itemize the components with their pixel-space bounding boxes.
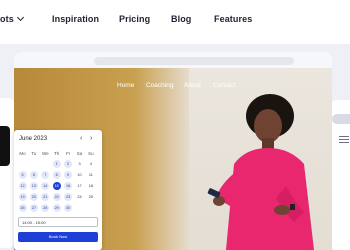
calendar-day[interactable]: 9 <box>64 171 73 179</box>
browser-mockup-bar <box>14 52 332 68</box>
phone-screen <box>0 126 10 166</box>
calendar-day[interactable]: 20 <box>29 193 38 201</box>
weekday-label: Fr <box>65 151 71 156</box>
site-top-nav: ots Inspiration Pricing Blog Features <box>0 0 350 40</box>
book-now-button[interactable]: Book Now <box>18 232 98 242</box>
calendar-day[interactable]: 29 <box>52 204 61 212</box>
phone-in-hand <box>207 188 221 198</box>
nav-item-label: ots <box>0 14 14 24</box>
calendar-day[interactable]: 6 <box>29 171 38 179</box>
time-slot-field[interactable]: 14:00 - 15:00 <box>18 217 98 227</box>
calendar-day[interactable]: 11 <box>87 171 95 179</box>
calendar-day[interactable]: 21 <box>41 193 50 201</box>
hero-nav-contact[interactable]: Contact <box>213 82 235 89</box>
weekday-label: Mo <box>19 151 26 156</box>
calendar-day[interactable]: 16 <box>64 182 73 190</box>
phone-mockup <box>0 98 14 248</box>
nav-item-features[interactable]: Features <box>214 14 252 24</box>
tablet-mockup <box>332 100 350 250</box>
coach-photo <box>207 94 314 250</box>
next-month-button[interactable]: › <box>90 135 92 142</box>
calendar-day[interactable]: 28 <box>41 204 50 212</box>
booking-calendar: June 2023 ‹ › Mo Tu We Th Fr Sa Su 1 2 3 4 5 6 7 8 9 10 1… <box>14 130 102 250</box>
hero-nav-about[interactable]: About <box>184 82 201 89</box>
calendar-day[interactable]: 22 <box>52 193 61 201</box>
nav-item-products[interactable]: ots <box>0 13 24 24</box>
calendar-day[interactable]: 1 <box>52 160 61 168</box>
calendar-day[interactable]: 10 <box>76 171 84 179</box>
address-bar <box>94 57 294 65</box>
weekday-label: We <box>41 151 49 156</box>
hero-nav-coaching[interactable]: Coaching <box>146 82 173 89</box>
calendar-day[interactable]: 17 <box>76 182 84 190</box>
calendar-day[interactable]: 30 <box>64 204 73 212</box>
calendar-day[interactable]: 19 <box>18 193 27 201</box>
weekday-label: Sa <box>76 151 83 156</box>
calendar-day[interactable]: 5 <box>18 171 27 179</box>
prev-month-button[interactable]: ‹ <box>80 135 82 142</box>
nav-item-blog[interactable]: Blog <box>171 14 191 24</box>
calendar-day[interactable]: 12 <box>18 182 27 190</box>
calendar-day[interactable]: 18 <box>87 182 95 190</box>
weekday-label: Th <box>54 151 60 156</box>
calendar-day[interactable]: 2 <box>64 160 73 168</box>
calendar-month: June 2023 <box>19 136 48 142</box>
weekday-label: Tu <box>31 151 37 156</box>
nav-item-pricing[interactable]: Pricing <box>119 14 150 24</box>
calendar-day[interactable]: 13 <box>29 182 38 190</box>
calendar-day[interactable]: 26 <box>18 204 27 212</box>
calendar-day[interactable]: 7 <box>41 171 50 179</box>
weekday-label: Su <box>88 151 94 156</box>
hero-nav-home[interactable]: Home <box>117 82 134 89</box>
calendar-day[interactable]: 24 <box>76 193 84 201</box>
calendar-day[interactable]: 27 <box>29 204 38 212</box>
calendar-day[interactable]: 25 <box>87 193 95 201</box>
calendar-day[interactable]: 15 <box>52 182 61 190</box>
nav-item-inspiration[interactable]: Inspiration <box>52 14 99 24</box>
chevron-down-icon <box>16 13 24 22</box>
calendar-day[interactable]: 3 <box>76 160 84 168</box>
calendar-day[interactable]: 8 <box>52 171 61 179</box>
calendar-day[interactable]: 23 <box>64 193 73 201</box>
tablet-search-bar <box>332 114 350 124</box>
calendar-day[interactable]: 4 <box>87 160 95 168</box>
calendar-day[interactable]: 14 <box>41 182 50 190</box>
hamburger-menu-icon <box>339 136 349 138</box>
